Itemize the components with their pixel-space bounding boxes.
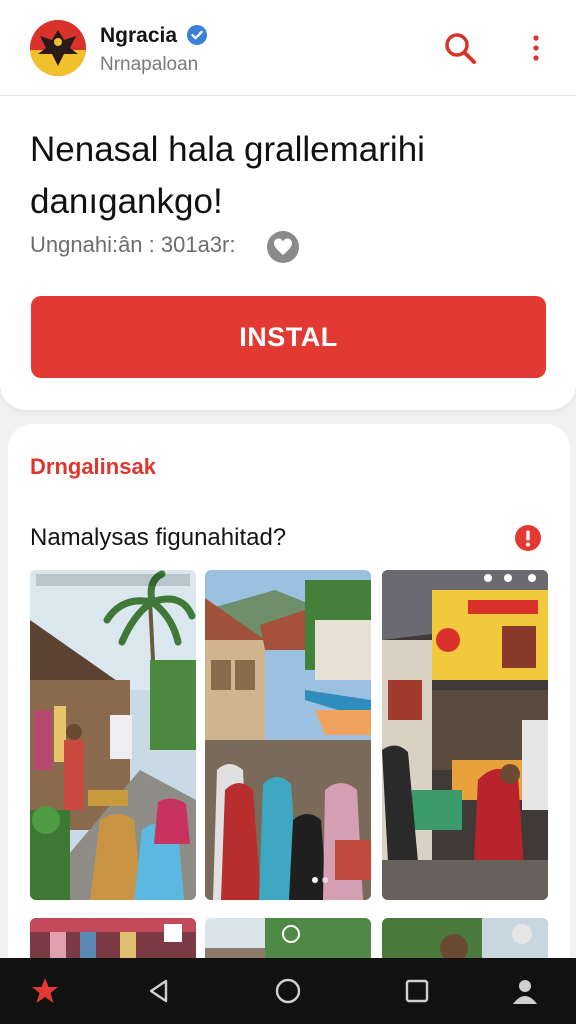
emblem-logo-icon[interactable] bbox=[30, 20, 86, 76]
market-crowd-photo[interactable] bbox=[205, 570, 371, 900]
promo-title: Nenasal hala grallemarihi danıgankgo! bbox=[30, 130, 425, 221]
back-icon[interactable] bbox=[142, 974, 176, 1008]
more-vertical-icon[interactable] bbox=[524, 30, 548, 66]
star-icon[interactable] bbox=[28, 974, 62, 1008]
gallery-card: Drngalinsak Namalysas figunahitad? bbox=[8, 424, 570, 984]
search-icon[interactable] bbox=[442, 30, 478, 66]
home-icon[interactable] bbox=[271, 974, 305, 1008]
recent-apps-icon[interactable] bbox=[400, 974, 434, 1008]
app-header: Ngracia Nrnapaloan bbox=[0, 0, 576, 96]
install-button[interactable]: INSTAL bbox=[31, 296, 546, 378]
verified-badge-icon bbox=[187, 25, 207, 45]
app-subtitle: Nrnapaloan bbox=[100, 54, 199, 75]
profile-icon[interactable] bbox=[508, 974, 542, 1008]
village-street-photo[interactable] bbox=[30, 570, 196, 900]
alert-icon[interactable] bbox=[514, 524, 542, 552]
section-title: Drngalinsak bbox=[30, 454, 156, 479]
app-name: Ngracia bbox=[100, 24, 178, 47]
gallery-question: Namalysas figunahitad? bbox=[30, 524, 287, 551]
heart-icon[interactable] bbox=[266, 230, 300, 264]
system-navbar bbox=[0, 958, 576, 1024]
food-stall-photo[interactable] bbox=[382, 570, 548, 900]
promo-meta: Ungnahi:ân : 301a3r: bbox=[30, 232, 236, 257]
promo-card: Nenasal hala grallemarihi danıgankgo! Un… bbox=[0, 96, 576, 410]
